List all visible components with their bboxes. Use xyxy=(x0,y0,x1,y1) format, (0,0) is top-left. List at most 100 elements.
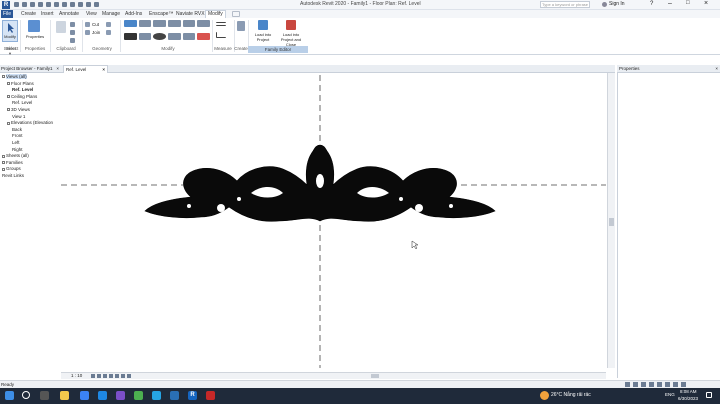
match-type-icon[interactable] xyxy=(70,38,75,43)
properties-button[interactable]: Properties xyxy=(24,20,46,42)
select-by-face-icon[interactable] xyxy=(665,382,670,387)
delete-icon[interactable] xyxy=(197,33,210,40)
select-links-icon[interactable] xyxy=(641,382,646,387)
paste-icon[interactable] xyxy=(56,21,66,33)
3d-view-icon[interactable] xyxy=(70,2,75,7)
measure-icon[interactable] xyxy=(54,2,59,7)
tree-item[interactable]: Ceiling Plans xyxy=(7,94,37,100)
close-properties-icon[interactable]: × xyxy=(715,65,718,73)
move-icon[interactable] xyxy=(124,33,137,40)
expand-toggle-icon[interactable] xyxy=(7,81,10,85)
load-into-project-button[interactable]: Load into Project xyxy=(250,20,276,44)
tree-item[interactable]: Right xyxy=(12,147,23,153)
language-indicator[interactable]: ENG xyxy=(665,392,675,397)
expand-toggle-icon[interactable] xyxy=(7,108,10,112)
search-icon[interactable] xyxy=(22,391,30,399)
minimize-button[interactable]: – xyxy=(668,0,672,7)
view-tab-ref-level[interactable]: Ref. Level × xyxy=(63,65,108,73)
tree-item[interactable]: Ref. Level xyxy=(12,100,32,106)
measure-icon[interactable] xyxy=(216,22,226,26)
text-icon[interactable] xyxy=(62,2,67,7)
help-icon[interactable]: ? xyxy=(650,1,653,7)
select-underlay-icon[interactable] xyxy=(649,382,654,387)
tree-item[interactable]: Elevations (Elevation xyxy=(7,120,53,126)
tree-item[interactable]: 3D Views xyxy=(7,107,30,113)
app-icon[interactable] xyxy=(170,391,179,400)
expand-toggle-icon[interactable] xyxy=(2,167,5,171)
expand-toggle-icon[interactable] xyxy=(7,95,10,99)
telegram-icon[interactable] xyxy=(152,391,161,400)
redo-icon[interactable] xyxy=(38,2,43,7)
array-icon[interactable] xyxy=(182,33,196,40)
join-geometry-button[interactable]: Join xyxy=(92,30,100,35)
horizontal-scroll-thumb[interactable] xyxy=(371,374,379,378)
tab-create[interactable]: Create xyxy=(19,10,38,18)
load-into-project-close-button[interactable]: Load into Project and Close xyxy=(276,20,306,47)
tab-manage[interactable]: Manage xyxy=(100,10,122,18)
reveal-hidden-icon[interactable] xyxy=(127,374,131,378)
open-icon[interactable] xyxy=(14,2,19,7)
align-icon[interactable] xyxy=(124,20,137,27)
tab-naviate[interactable]: Naviate RVX xyxy=(174,10,207,18)
trim-icon[interactable] xyxy=(168,33,181,40)
tab-modify[interactable]: Modify xyxy=(205,10,226,18)
mirror-axis-icon[interactable] xyxy=(153,20,166,27)
select-pinned-icon[interactable] xyxy=(657,382,662,387)
join-icon[interactable] xyxy=(85,30,90,35)
task-view-icon[interactable] xyxy=(40,391,49,400)
expand-toggle-icon[interactable] xyxy=(7,121,10,125)
tree-item[interactable]: Views (all) xyxy=(2,74,27,80)
clock-time[interactable]: 8:08 AM xyxy=(680,389,697,394)
paint-icon[interactable] xyxy=(106,30,111,35)
teams-icon[interactable] xyxy=(116,391,125,400)
expand-toggle-icon[interactable] xyxy=(2,75,5,79)
offset-icon[interactable] xyxy=(138,20,152,27)
start-icon[interactable] xyxy=(5,391,14,400)
copy-element-icon[interactable] xyxy=(138,33,152,40)
cut-geometry-button[interactable]: Cut xyxy=(92,22,99,27)
crop-view-icon[interactable] xyxy=(115,374,119,378)
tab-insert[interactable]: Insert xyxy=(39,10,56,18)
revit-taskbar-icon[interactable]: R xyxy=(188,391,197,400)
file-explorer-icon[interactable] xyxy=(60,391,69,400)
sun-path-icon[interactable] xyxy=(103,374,107,378)
section-icon[interactable] xyxy=(78,2,83,7)
copy-icon[interactable] xyxy=(70,30,75,35)
tree-item[interactable]: Ref. Level xyxy=(12,87,33,93)
file-tab[interactable]: File xyxy=(1,10,14,18)
edge-icon[interactable] xyxy=(80,391,89,400)
sign-in-link[interactable]: Sign In xyxy=(609,1,625,7)
clock-date[interactable]: 6/30/2023 xyxy=(678,396,698,401)
modify-button[interactable]: Modify xyxy=(2,20,18,42)
expand-toggle-icon[interactable] xyxy=(2,161,5,165)
shadows-icon[interactable] xyxy=(109,374,113,378)
filter-icon[interactable] xyxy=(681,382,686,387)
create-similar-icon[interactable] xyxy=(237,21,245,31)
notification-icon[interactable] xyxy=(706,392,712,398)
tree-item[interactable]: Floor Plans xyxy=(7,81,34,87)
tree-item[interactable]: Groups xyxy=(2,166,21,172)
pdf-icon[interactable] xyxy=(206,391,215,400)
tree-item[interactable]: Left xyxy=(12,140,20,146)
expand-toggle-icon[interactable] xyxy=(2,154,5,158)
split-face-icon[interactable] xyxy=(106,22,111,27)
rotate-icon[interactable] xyxy=(153,33,166,40)
close-icon[interactable]: × xyxy=(56,65,59,73)
tree-item[interactable]: Back xyxy=(12,127,22,133)
dimension-icon[interactable] xyxy=(216,32,226,38)
worksharing-icon[interactable] xyxy=(625,382,630,387)
tree-item[interactable]: Families xyxy=(2,160,23,166)
tree-item[interactable]: Front xyxy=(12,133,23,139)
ribbon-options-icon[interactable] xyxy=(232,11,240,17)
cope-icon[interactable] xyxy=(85,22,90,27)
close-tab-icon[interactable]: × xyxy=(102,66,105,73)
search-input[interactable]: Type a keyword or phrase xyxy=(540,1,590,8)
tab-enscape[interactable]: Enscape™ xyxy=(147,10,175,18)
pin-icon[interactable] xyxy=(197,20,210,27)
mirror-draw-icon[interactable] xyxy=(168,20,181,27)
tab-add-ins[interactable]: Add-Ins xyxy=(123,10,144,18)
mail-icon[interactable] xyxy=(98,391,107,400)
revit-logo[interactable]: R xyxy=(2,1,10,9)
cut-icon[interactable] xyxy=(70,22,75,27)
save-icon[interactable] xyxy=(22,2,27,7)
